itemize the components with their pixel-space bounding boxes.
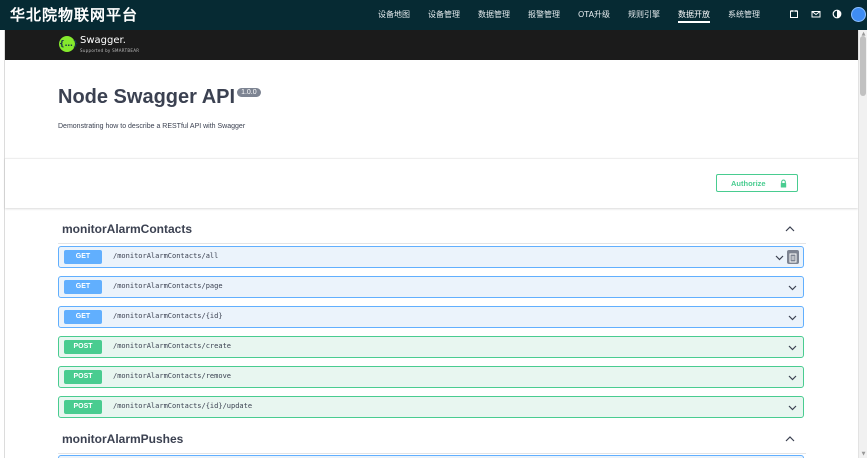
operation-post-update[interactable]: POST /monitorAlarmContacts/{id}/update [58,396,804,418]
method-badge: POST [64,370,102,384]
chevron-down-icon[interactable] [787,282,798,293]
nav-item-alarm-management[interactable]: 报警管理 [528,9,560,20]
method-badge: POST [64,340,102,354]
swagger-logo-subtext: Supported by SMARTBEAR [80,48,140,53]
scheme-container: Authorize [5,158,858,208]
authorize-button[interactable]: Authorize [716,174,798,192]
tag-title: monitorAlarmContacts [62,222,193,236]
swagger-topbar: {…} Swagger. Supported by SMARTBEAR [5,30,858,60]
operation-path: /monitorAlarmContacts/page [113,282,223,290]
copy-icon[interactable] [787,250,799,264]
app-title: 华北院物联网平台 [10,6,139,24]
nav-item-ota-upgrade[interactable]: OTA升级 [578,9,610,20]
nav-item-rule-engine[interactable]: 规则引擎 [628,9,660,20]
swagger-logo-text[interactable]: Swagger. [80,35,126,46]
tag-title: monitorAlarmPushes [62,432,184,446]
operation-path: /monitorAlarmContacts/{id} [113,312,223,320]
version-badge: 1.0.0 [237,88,261,97]
nav-item-device-map[interactable]: 设备地图 [378,9,410,20]
chevron-up-icon[interactable] [784,433,796,445]
api-description: Demonstrating how to describe a RESTful … [58,123,246,130]
method-badge: GET [64,250,102,264]
api-info: Node Swagger API 1.0.0 [58,86,261,109]
scrollbar-thumb[interactable] [860,36,866,96]
api-title: Node Swagger API [58,86,236,108]
app-header: 华北院物联网平台 设备地图 设备管理 数据管理 报警管理 OTA升级 规则引擎 … [0,0,867,30]
swagger-logo-icon[interactable]: {…} [59,36,78,52]
authorize-label: Authorize [731,179,766,188]
operation-post-remove[interactable]: POST /monitorAlarmContacts/remove [58,366,804,388]
swagger-page: {…} Swagger. Supported by SMARTBEAR Node… [0,30,858,458]
method-badge: POST [64,400,102,414]
chevron-down-icon[interactable] [787,402,798,413]
user-avatar[interactable] [851,7,866,22]
nav-item-device-management[interactable]: 设备管理 [428,9,460,20]
theme-toggle-icon[interactable] [831,9,842,20]
mail-icon[interactable] [810,9,821,20]
tag-header-monitor-alarm-contacts[interactable]: monitorAlarmContacts [58,221,806,241]
method-badge: GET [64,310,102,324]
chevron-down-icon[interactable] [774,252,785,263]
tag-divider [58,243,806,244]
chevron-down-icon[interactable] [787,342,798,353]
left-edge-divider [0,30,5,458]
nav-item-data-management[interactable]: 数据管理 [478,9,510,20]
method-badge: GET [64,280,102,294]
operation-path: /monitorAlarmContacts/{id}/update [113,402,253,410]
calendar-icon[interactable] [788,9,799,20]
operation-path: /monitorAlarmContacts/remove [113,372,232,380]
operation-path: /monitorAlarmContacts/all [113,252,219,260]
nav-item-system-management[interactable]: 系统管理 [728,9,760,20]
vertical-scrollbar[interactable]: ▲ ▼ [858,30,867,458]
operation-get-page[interactable]: GET /monitorAlarmContacts/page [58,276,804,298]
scroll-down-icon[interactable]: ▼ [860,451,867,457]
tag-divider [58,453,806,454]
chevron-up-icon[interactable] [784,223,796,235]
nav-item-data-open[interactable]: 数据开放 [678,9,710,23]
lock-icon [780,179,787,188]
operation-path: /monitorAlarmContacts/create [113,342,232,350]
operation-post-create[interactable]: POST /monitorAlarmContacts/create [58,336,804,358]
operation-get-by-id[interactable]: GET /monitorAlarmContacts/{id} [58,306,804,328]
chevron-down-icon[interactable] [787,372,798,383]
tag-header-monitor-alarm-pushes[interactable]: monitorAlarmPushes [58,431,806,451]
chevron-down-icon[interactable] [787,312,798,323]
operation-get-all[interactable]: GET /monitorAlarmContacts/all [58,246,804,268]
